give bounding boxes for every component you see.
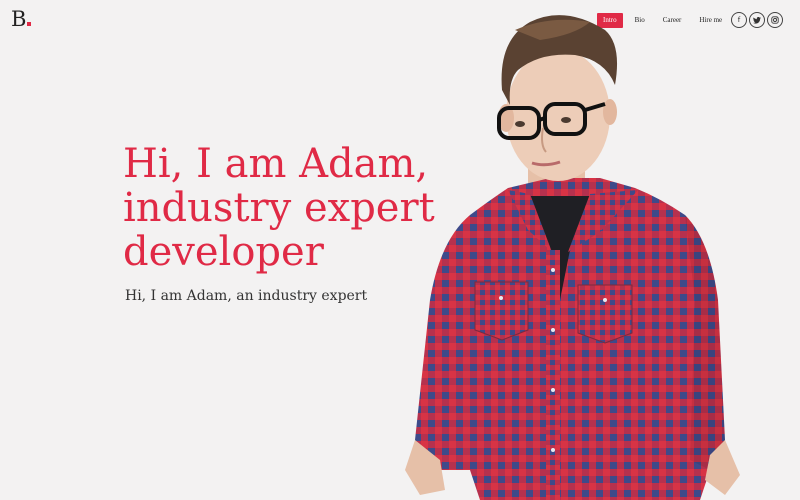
logo[interactable]: B xyxy=(11,7,32,31)
portrait-photo xyxy=(405,15,740,500)
logo-letter: B xyxy=(11,7,27,31)
logo-dot xyxy=(27,22,32,26)
hero-subheading: Hi, I am Adam, an industry expert xyxy=(125,288,368,304)
instagram-icon[interactable] xyxy=(767,12,783,28)
